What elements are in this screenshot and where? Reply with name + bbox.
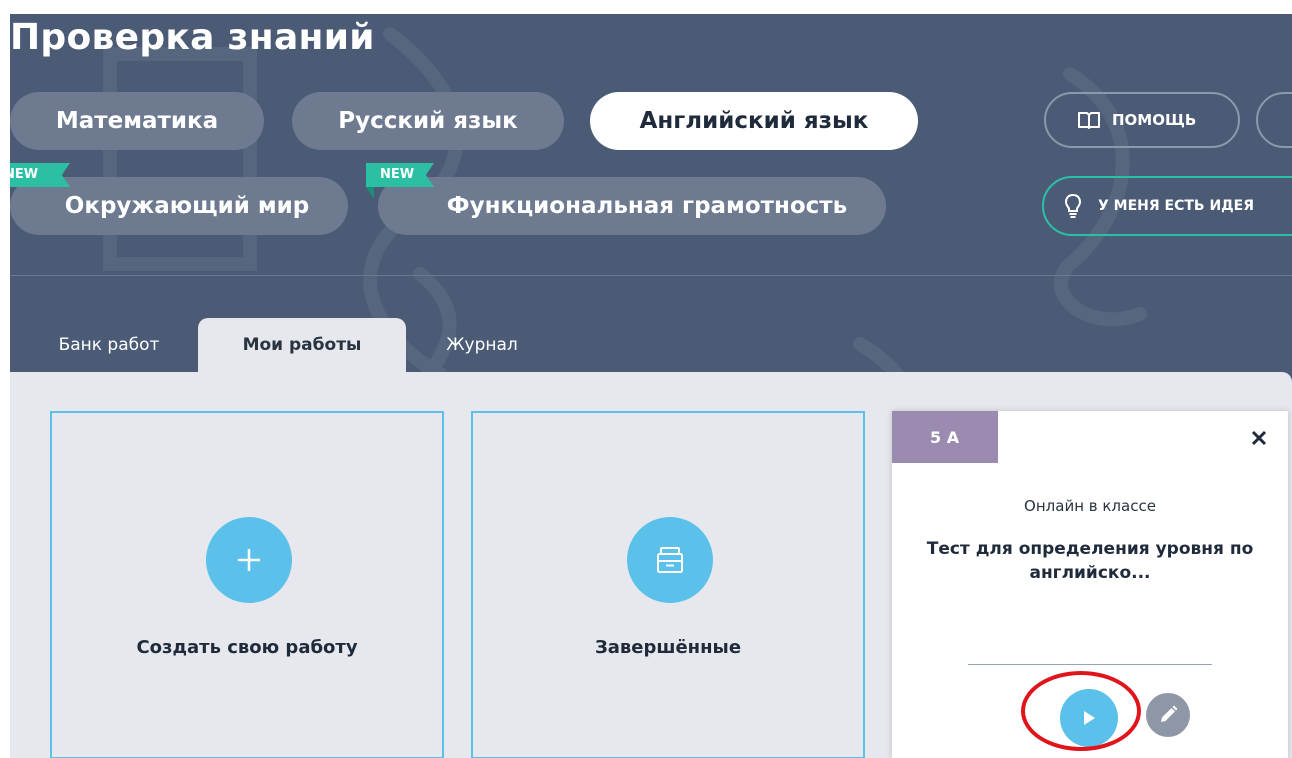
tab-my-works-label: Мои работы [242, 335, 362, 355]
completed-works-label: Завершённые [594, 637, 742, 658]
tab-bank[interactable]: Банк работ [34, 318, 184, 372]
pencil-icon [1161, 705, 1178, 722]
completed-circle [627, 517, 713, 603]
app-frame: Проверка знаний Математика Русский язык … [10, 14, 1292, 758]
new-badge-literacy: NEW [366, 163, 434, 187]
work-type: Онлайн в классе [1024, 497, 1156, 515]
completed-works-card[interactable]: Завершённые [471, 411, 865, 758]
subject-russian[interactable]: Русский язык [292, 92, 564, 150]
archive-box-icon [657, 547, 683, 573]
start-work-button[interactable] [1060, 689, 1118, 747]
subject-english-label: Английский язык [639, 108, 869, 134]
subject-english[interactable]: Английский язык [590, 92, 918, 150]
create-work-card[interactable]: Создать свою работу [50, 411, 444, 758]
edit-work-button[interactable] [1146, 693, 1190, 737]
subject-literacy-label: Функциональная грамотность [446, 193, 848, 219]
new-badge-world: NEW [10, 163, 70, 187]
work-title: Тест для определения уровня по английско… [926, 539, 1254, 583]
idea-button-label: У МЕНЯ ЕСТЬ ИДЕЯ [1098, 198, 1254, 214]
class-badge: 5 А [892, 411, 998, 463]
book-icon [1078, 112, 1100, 129]
subject-russian-label: Русский язык [338, 108, 518, 134]
page-title: Проверка знаний [10, 17, 375, 58]
work-card[interactable]: 5 А Онлайн в классе Тест для определения… [892, 411, 1288, 758]
tab-journal[interactable]: Журнал [420, 318, 544, 372]
play-icon [1084, 711, 1095, 725]
help-button[interactable]: ПОМОЩЬ [1044, 92, 1240, 148]
subject-math[interactable]: Математика [10, 92, 264, 150]
close-icon[interactable] [1248, 427, 1270, 449]
subject-literacy[interactable]: Функциональная грамотность [378, 177, 886, 235]
help-button-label: ПОМОЩЬ [1112, 111, 1197, 129]
tab-journal-label: Журнал [446, 335, 518, 355]
idea-button[interactable]: У МЕНЯ ЕСТЬ ИДЕЯ [1042, 176, 1292, 236]
header-divider [10, 275, 1292, 276]
tab-my-works[interactable]: Мои работы [198, 318, 406, 372]
plus-icon [238, 549, 260, 571]
create-circle [206, 517, 292, 603]
lightbulb-icon [1064, 193, 1082, 218]
subject-math-label: Математика [55, 108, 219, 134]
work-divider [968, 664, 1212, 665]
new-badge-fold [366, 187, 374, 199]
subject-world-label: Окружающий мир [64, 193, 310, 219]
tab-bank-label: Банк работ [58, 335, 160, 355]
header-action-button[interactable] [1256, 92, 1292, 148]
create-work-label: Создать свою работу [136, 637, 358, 658]
